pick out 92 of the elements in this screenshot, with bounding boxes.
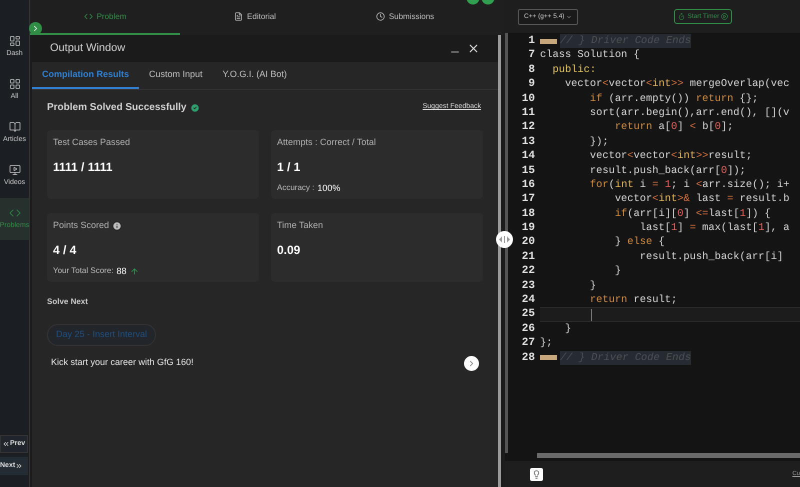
horizontal-scrollbar[interactable]	[537, 453, 800, 458]
line-number: 27	[522, 337, 535, 350]
video-icon	[8, 164, 20, 176]
grid-icon	[8, 78, 20, 90]
line-number: 28	[522, 352, 535, 364]
line-number: 18	[522, 208, 535, 220]
code-line: if (arr.empty()) return {};	[588, 92, 758, 106]
double-chevron-right-icon	[15, 462, 24, 470]
stat-label: Test Cases Passed	[53, 136, 130, 149]
code-line: }	[588, 278, 596, 294]
code-line: last[1] = max(last[1], a	[638, 221, 790, 236]
line-number: 15	[522, 164, 535, 177]
line-number: 1	[528, 35, 535, 47]
dashboard-icon	[8, 35, 20, 47]
line-number: 19	[522, 222, 535, 234]
stat-value: 1 / 1	[277, 158, 302, 176]
stat-label: Time Taken	[277, 219, 324, 232]
dropdown-icon	[566, 14, 572, 20]
status-message: Problem Solved Successfully	[47, 101, 186, 115]
window-title: Output Window	[50, 41, 126, 56]
code-line: return result;	[588, 293, 678, 308]
arrow-up-icon	[130, 266, 138, 276]
code-line: sort(arr.begin(),arr.end(), [](v	[588, 106, 790, 120]
line-number: 17	[522, 193, 535, 206]
info-icon	[112, 220, 122, 231]
stat-label: Points Scored	[53, 219, 110, 232]
code-line: for(int i = 1; i <arr.size(); i+	[588, 178, 790, 192]
code-line: if(arr[i][0] <=last[1]) {	[614, 206, 771, 222]
play-icon	[721, 13, 728, 20]
line-number: 11	[522, 106, 535, 119]
code-line: vector<vector<int>>result;	[588, 149, 752, 164]
stat-value: 0.09	[277, 242, 302, 258]
chevron-right-icon	[31, 24, 40, 33]
code-icon	[84, 12, 93, 21]
tab[interactable]: Editorial	[180, 0, 330, 35]
code-line: } else {	[614, 235, 665, 250]
check-icon	[190, 102, 200, 112]
tab[interactable]: Submissions	[330, 0, 480, 35]
line-number: 14	[522, 150, 535, 162]
double-chevron-left-icon	[2, 440, 10, 448]
line-number: 24	[522, 294, 535, 306]
tab[interactable]: Custom Input	[139, 62, 213, 89]
book-icon	[8, 121, 20, 133]
document-icon	[234, 12, 244, 21]
code-line: vector<vector<int>> mergeOverlap(vec	[564, 77, 790, 92]
line-number: 12	[522, 121, 535, 134]
line-number: 22	[522, 265, 535, 278]
stat-value: 4 / 4	[53, 242, 78, 258]
tab[interactable]: Y.O.G.I. (AI Bot)	[212, 62, 297, 89]
code-line: result.push_back(arr[i]	[638, 250, 784, 264]
code-line: vector<int>& last = result.b	[614, 192, 790, 207]
code-line: }	[564, 322, 572, 336]
stat-note-value: 100%	[317, 182, 340, 194]
section-title: Solve Next	[47, 296, 89, 308]
line-number: 9	[528, 78, 535, 90]
next-arrow-button[interactable]	[464, 356, 479, 370]
fold-marker-icon[interactable]	[540, 38, 557, 44]
line-number: 25	[522, 308, 535, 320]
lightbulb-icon	[532, 470, 541, 478]
close-icon[interactable]	[467, 42, 480, 55]
code-line: };	[540, 336, 552, 351]
line-number: 13	[522, 136, 535, 148]
tab[interactable]: Compilation Results	[32, 62, 140, 89]
stat-note-label: Accuracy :	[277, 182, 314, 194]
line-number: 20	[522, 236, 535, 248]
line-number: 23	[522, 280, 535, 292]
resize-icon	[499, 236, 510, 243]
line-number: 21	[522, 250, 535, 263]
stat-note-label: Your Total Score:	[53, 265, 114, 278]
stat-note-value: 88	[116, 264, 126, 278]
code-line: });	[588, 134, 609, 150]
promo-text: Kick start your career with GfG 160!	[51, 356, 194, 370]
code-icon	[8, 207, 20, 219]
line-number: 10	[522, 92, 535, 105]
clock-icon	[376, 12, 385, 21]
theme-toggle-button[interactable]	[530, 468, 543, 480]
text-cursor	[591, 308, 592, 321]
code-line: return a[0] < b[0];	[614, 120, 734, 135]
status-circles-icon	[466, 0, 496, 5]
line-number: 7	[528, 49, 535, 62]
chevron-right-icon	[467, 358, 476, 368]
code-line: class Solution {	[540, 48, 640, 63]
timer-icon	[678, 13, 686, 20]
stat-value: 1111 / 1111	[53, 158, 114, 176]
code-line: public:	[551, 62, 596, 78]
code-line: result.push_back(arr[0]);	[588, 164, 746, 178]
fold-marker-icon[interactable]	[540, 355, 557, 360]
code-line: }	[614, 264, 622, 279]
line-number: 26	[522, 322, 535, 335]
stat-label: Attempts : Correct / Total	[277, 136, 376, 149]
line-number: 16	[522, 178, 535, 191]
line-number: 8	[528, 64, 535, 76]
